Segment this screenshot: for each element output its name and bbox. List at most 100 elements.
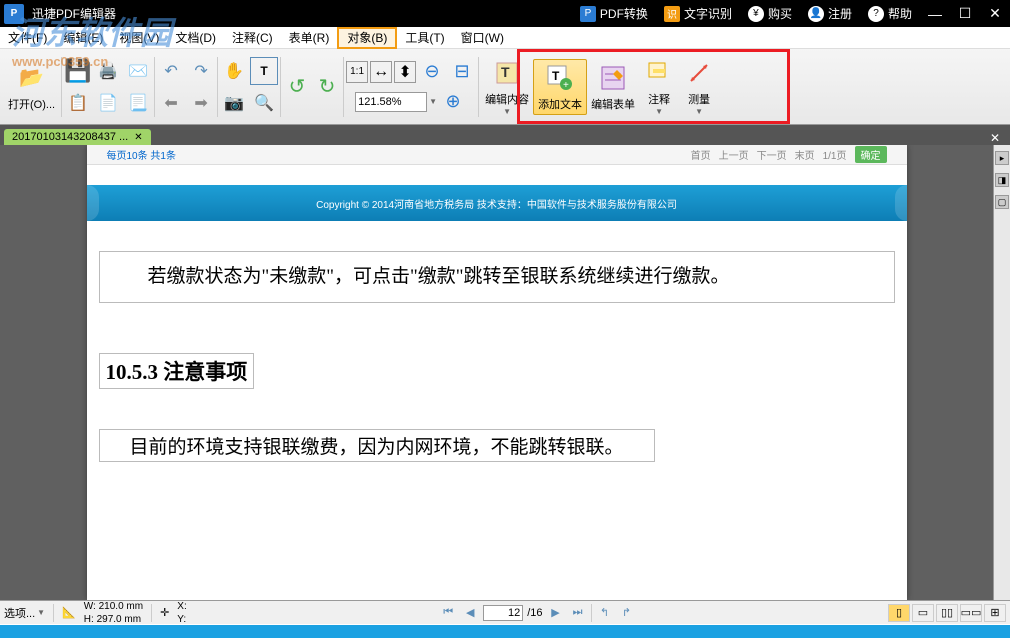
next-page-button[interactable]: ▶ xyxy=(547,604,565,622)
close-all-tabs[interactable]: ✕ xyxy=(984,131,1006,145)
register-button[interactable]: 👤 注册 xyxy=(800,0,860,27)
page-icon[interactable]: 📃 xyxy=(124,89,152,117)
close-button[interactable]: ✕ xyxy=(980,0,1010,27)
yen-icon: ¥ xyxy=(748,6,764,22)
pdf-icon: P xyxy=(580,6,596,22)
redo-icon[interactable]: ↷ xyxy=(187,57,215,85)
edit-form-button[interactable]: 编辑表单 xyxy=(587,60,639,114)
cursor-x: X: xyxy=(177,601,186,612)
help-button[interactable]: ? 帮助 xyxy=(860,0,920,27)
document-scroll[interactable]: 每页10条 共1条 首页 上一页 下一页 末页 1/1页 确定 Copyrigh… xyxy=(0,145,993,600)
actual-size-icon[interactable]: 1:1 xyxy=(346,61,368,83)
ocr-button[interactable]: 识 文字识别 xyxy=(656,0,740,27)
thumbnail-view[interactable]: ⊞ xyxy=(984,604,1006,622)
chevron-down-icon: ▼ xyxy=(503,107,511,116)
measure-icon xyxy=(683,57,715,89)
text-select-icon[interactable]: T xyxy=(250,57,278,85)
email-icon[interactable]: ✉️ xyxy=(124,57,152,85)
page-footer: Copyright © 2014河南省地方税务局 技术支持：中国软件与技术服务股… xyxy=(87,185,907,221)
svg-text:T: T xyxy=(552,69,560,83)
back-icon[interactable]: ⬅ xyxy=(157,89,185,117)
measure-button[interactable]: 测量 ▼ xyxy=(679,55,719,118)
document-icon[interactable]: 📄 xyxy=(94,89,122,117)
fit-page-icon[interactable]: ⬍ xyxy=(394,61,416,83)
menu-edit[interactable]: 编辑(E) xyxy=(55,27,111,49)
options-button[interactable]: 选项... ▼ xyxy=(4,605,45,621)
zoom-input[interactable] xyxy=(355,92,427,112)
prev-view-button[interactable]: ↰ xyxy=(596,604,614,622)
edit-content-icon: T xyxy=(491,57,523,89)
menu-view[interactable]: 视图(V) xyxy=(111,27,167,49)
page-header: 每页10条 共1条 首页 上一页 下一页 末页 1/1页 确定 xyxy=(87,145,907,165)
edit-content-button[interactable]: T 编辑内容 ▼ xyxy=(481,55,533,118)
single-page-view[interactable]: ▯ xyxy=(888,604,910,622)
menu-object[interactable]: 对象(B) xyxy=(337,27,397,49)
status-bar: 选项... ▼ 📐 W: 210.0 mm H: 297.0 mm ✛ X: Y… xyxy=(0,600,1010,624)
menu-tools[interactable]: 工具(T) xyxy=(397,27,452,49)
two-page-view[interactable]: ▯▯ xyxy=(936,604,958,622)
next-view-button[interactable]: ↱ xyxy=(618,604,636,622)
zoom-out-icon[interactable]: ⊖ xyxy=(418,58,446,86)
hand-icon[interactable]: ✋ xyxy=(220,57,248,85)
forward-icon[interactable]: ➡ xyxy=(187,89,215,117)
close-tab-icon[interactable]: ✕ xyxy=(134,132,142,143)
menu-document[interactable]: 文档(D) xyxy=(167,27,224,49)
cursor-icon: ✛ xyxy=(160,606,169,619)
bottom-accent xyxy=(0,625,1010,638)
undo-icon[interactable]: ↶ xyxy=(157,57,185,85)
page-size-icon: 📐 xyxy=(62,606,76,619)
page-total: /16 xyxy=(527,607,542,619)
page-height: H: 297.0 mm xyxy=(84,614,141,625)
continuous-view[interactable]: ▭ xyxy=(912,604,934,622)
view-mode-buttons: ▯ ▭ ▯▯ ▭▭ ⊞ xyxy=(888,604,1006,622)
menu-window[interactable]: 窗口(W) xyxy=(453,27,512,49)
page-width: W: 210.0 mm xyxy=(84,601,143,612)
sidebar-btn-1[interactable]: ◨ xyxy=(995,173,1009,187)
document-area: 每页10条 共1条 首页 上一页 下一页 末页 1/1页 确定 Copyrigh… xyxy=(0,145,1010,600)
title-bar: P 迅捷PDF编辑器 P PDF转换 识 文字识别 ¥ 购买 👤 注册 ? 帮助… xyxy=(0,0,1010,27)
zoom-marquee-icon[interactable]: ⊟ xyxy=(448,58,476,86)
add-text-button[interactable]: T+ 添加文本 xyxy=(533,59,587,115)
menu-file[interactable]: 文件(F) xyxy=(0,27,55,49)
document-page: 每页10条 共1条 首页 上一页 下一页 末页 1/1页 确定 Copyrigh… xyxy=(87,145,907,600)
menu-form[interactable]: 表单(R) xyxy=(281,27,338,49)
document-tab[interactable]: 20170103143208437 ... ✕ xyxy=(4,129,151,145)
app-icon: P xyxy=(4,4,24,24)
pdf-convert-button[interactable]: P PDF转换 xyxy=(572,0,656,27)
question-icon: ? xyxy=(868,6,884,22)
maximize-button[interactable]: ☐ xyxy=(950,0,980,27)
annotate-icon xyxy=(643,57,675,89)
sidebar-collapse[interactable]: ▸ xyxy=(995,151,1009,165)
search-icon[interactable]: 🔍 xyxy=(250,89,278,117)
annotate-button[interactable]: 注释 ▼ xyxy=(639,55,679,118)
save-icon[interactable]: 💾 xyxy=(64,57,92,85)
continuous-two-view[interactable]: ▭▭ xyxy=(960,604,982,622)
minimize-button[interactable]: — xyxy=(920,0,950,27)
sidebar-btn-2[interactable]: ▢ xyxy=(995,195,1009,209)
prev-page-button[interactable]: ◀ xyxy=(461,604,479,622)
folder-icon: 📂 xyxy=(16,62,48,94)
paragraph-2[interactable]: 目前的环境支持银联缴费，因为内网环境，不能跳转银联。 xyxy=(99,429,655,462)
edit-form-icon xyxy=(597,62,629,94)
cursor-y: Y: xyxy=(177,614,186,625)
paragraph-1[interactable]: 若缴款状态为"未缴款"，可点击"缴款"跳转至银联系统继续进行缴款。 xyxy=(99,251,895,303)
buy-button[interactable]: ¥ 购买 xyxy=(740,0,800,27)
section-heading[interactable]: 10.5.3 注意事项 xyxy=(99,353,255,389)
page-navigation: ⏮ ◀ /16 ▶ ⏭ ↰ ↱ xyxy=(439,604,635,622)
ocr-icon: 识 xyxy=(664,6,680,22)
print-icon[interactable]: 🖨️ xyxy=(94,57,122,85)
fit-width-icon[interactable]: ↔ xyxy=(370,61,392,83)
zoom-in-icon[interactable]: ⊕ xyxy=(439,88,467,116)
menu-comment[interactable]: 注释(C) xyxy=(224,27,281,49)
camera-icon[interactable]: 📷 xyxy=(220,89,248,117)
page-number-input[interactable] xyxy=(483,605,523,621)
zoom-dropdown[interactable]: ▼ xyxy=(429,97,437,106)
rotate-left-icon[interactable]: ↺ xyxy=(283,73,311,101)
svg-text:+: + xyxy=(563,80,569,91)
last-page-button[interactable]: ⏭ xyxy=(569,604,587,622)
copy-icon[interactable]: 📋 xyxy=(64,89,92,117)
first-page-button[interactable]: ⏮ xyxy=(439,604,457,622)
rotate-right-icon[interactable]: ↻ xyxy=(313,73,341,101)
open-button[interactable]: 📂 打开(O)... xyxy=(4,60,59,114)
right-sidebar: ▸ ◨ ▢ xyxy=(993,145,1010,600)
